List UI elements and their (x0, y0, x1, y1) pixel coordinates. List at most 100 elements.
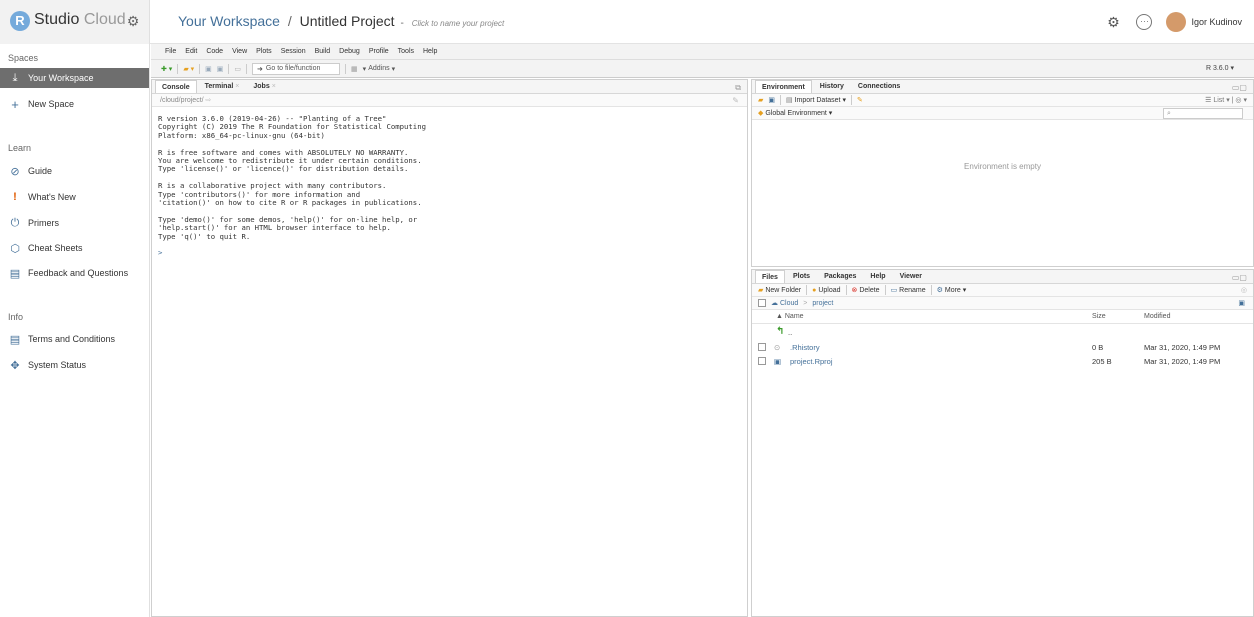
row-checkbox[interactable] (758, 357, 766, 365)
file-name[interactable]: project.Rproj (790, 357, 833, 366)
tab-jobs[interactable]: Jobs × (247, 80, 281, 93)
column-size[interactable]: Size (1092, 313, 1106, 320)
menu-code[interactable]: Code (206, 48, 223, 55)
console-line: Platform: x86_64-pc-linux-gnu (64-bit) (158, 130, 325, 140)
minimize-maximize-icon[interactable]: ▭▢ (1232, 83, 1247, 92)
select-all-checkbox[interactable] (758, 299, 766, 307)
tab-files[interactable]: Files (755, 270, 785, 283)
breadcrumb-project[interactable]: project (812, 300, 833, 307)
delete-button[interactable]: ⊗ Delete (852, 286, 880, 294)
tab-packages[interactable]: Packages (818, 270, 862, 283)
save-all-icon[interactable]: ▣ (217, 65, 224, 73)
menu-file[interactable]: File (165, 48, 176, 55)
tab-history[interactable]: History (814, 80, 850, 93)
import-dataset-button[interactable]: ▤ Import Dataset ▾ (786, 96, 846, 104)
tab-viewer[interactable]: Viewer (894, 270, 928, 283)
project-title[interactable]: Untitled Project (300, 13, 395, 29)
user-menu[interactable]: Igor Kudinov (1166, 12, 1242, 32)
table-row[interactable]: ▣ project.Rproj 205 B Mar 31, 2020, 1:49… (752, 355, 1253, 369)
tab-help[interactable]: Help (864, 270, 891, 283)
sidebar-item-feedback[interactable]: ▤ Feedback and Questions (0, 263, 149, 283)
tab-terminal[interactable]: Terminal × (199, 80, 246, 93)
menu-profile[interactable]: Profile (369, 48, 389, 55)
more-options-icon[interactable]: ··· (1136, 14, 1153, 30)
rename-label: Rename (899, 287, 926, 294)
sidebar-item-cheat-sheets[interactable]: ⬡ Cheat Sheets (0, 238, 149, 258)
upload-button[interactable]: ● Upload (812, 287, 840, 294)
console-line: Type 'q()' to quit R. (158, 231, 251, 241)
load-workspace-icon[interactable]: ▰ (758, 96, 763, 104)
workspace-link[interactable]: Your Workspace (178, 13, 280, 29)
column-modified[interactable]: Modified (1144, 313, 1170, 320)
more-button[interactable]: ⚙ More ▾ (937, 286, 967, 294)
menu-view[interactable]: View (232, 48, 247, 55)
sidebar: Spaces ⤓ Your Workspace + New Space Learn … (0, 44, 150, 617)
console-prompt[interactable]: > (158, 248, 162, 257)
collapse-sidebar-icon[interactable]: ⚙ (125, 13, 141, 29)
refresh-icon[interactable]: ◎ (1241, 286, 1247, 294)
menu-edit[interactable]: Edit (185, 48, 197, 55)
table-row[interactable]: ⊙ .Rhistory 0 B Mar 31, 2020, 1:49 PM (752, 341, 1253, 355)
maximize-pane-icon[interactable]: ⧉ (735, 83, 741, 93)
tab-plots[interactable]: Plots (787, 270, 816, 283)
history-file-icon: ⊙ (774, 343, 781, 352)
files-toolbar: ▰ New Folder ● Upload ⊗ Delete ▭ Rename … (752, 284, 1253, 297)
open-project-icon[interactable]: ▰ ▾ (183, 65, 194, 73)
new-folder-button[interactable]: ▰ New Folder (758, 286, 801, 294)
sidebar-item-whats-new[interactable]: ! What's New (0, 187, 149, 207)
brand-name[interactable]: Studio Cloud (34, 11, 126, 29)
column-name[interactable]: ▲ Name (776, 313, 804, 320)
file-name[interactable]: .Rhistory (790, 343, 820, 352)
tab-label: Connections (857, 83, 901, 90)
sidebar-item-label: Your Workspace (28, 73, 94, 83)
tab-environment[interactable]: Environment (755, 80, 812, 93)
grid-icon[interactable]: ▦ (351, 65, 358, 73)
sidebar-item-system-status[interactable]: ✥ System Status (0, 355, 149, 375)
close-icon[interactable]: × (272, 83, 276, 90)
new-file-icon[interactable]: ✚ ▾ (161, 65, 172, 73)
tab-label: Jobs (253, 83, 270, 90)
user-name: Igor Kudinov (1191, 17, 1242, 27)
save-icon[interactable]: ▣ (205, 65, 212, 73)
sidebar-item-your-workspace[interactable]: ⤓ Your Workspace (0, 68, 149, 88)
file-modified: Mar 31, 2020, 1:49 PM (1144, 343, 1221, 352)
broom-icon[interactable]: ✎ (857, 96, 863, 104)
tab-connections[interactable]: Connections (852, 80, 906, 93)
menu-tools[interactable]: Tools (398, 48, 414, 55)
environment-search-input[interactable]: ⌕ (1163, 107, 1243, 119)
sidebar-item-terms[interactable]: ▤ Terms and Conditions (0, 329, 149, 349)
rename-button[interactable]: ▭ Rename (891, 286, 926, 294)
addins-button[interactable]: ▾ Addins ▾ (363, 65, 395, 73)
sidebar-item-guide[interactable]: ⊘ Guide (0, 161, 149, 181)
cloud-breadcrumb[interactable]: ☁ Cloud (771, 299, 798, 307)
go-to-file-input[interactable]: ➜ Go to file/function (252, 62, 341, 75)
sidebar-item-new-space[interactable]: + New Space (0, 94, 149, 114)
go-to-placeholder: Go to file/function (265, 65, 321, 72)
tab-console[interactable]: Console (155, 80, 197, 93)
list-view-button[interactable]: ☰ List ▾ | ◎ ▾ (1205, 96, 1247, 104)
breadcrumb-separator: / (287, 13, 292, 29)
go-to-dir-icon[interactable]: ⇨ (206, 97, 212, 104)
console-output[interactable]: R version 3.6.0 (2019-04-26) -- "Plantin… (158, 114, 743, 612)
clear-console-icon[interactable]: ✎ (732, 96, 739, 105)
project-icon[interactable]: ▣ (1238, 299, 1245, 307)
r-version-menu[interactable]: R 3.6.0 ▾ (1206, 64, 1234, 72)
menu-build[interactable]: Build (315, 48, 331, 55)
file-modified: Mar 31, 2020, 1:49 PM (1144, 357, 1221, 366)
save-workspace-icon[interactable]: ▣ (768, 96, 775, 104)
minimize-maximize-icon[interactable]: ▭▢ (1232, 273, 1247, 282)
settings-gear-icon[interactable]: ⚙ (1104, 13, 1122, 31)
menu-session[interactable]: Session (281, 48, 306, 55)
sidebar-item-label: System Status (28, 360, 87, 370)
menu-plots[interactable]: Plots (256, 48, 272, 55)
project-name-hint[interactable]: Click to name your project (412, 19, 504, 28)
global-environment-select[interactable]: ◆ Global Environment ▾ (758, 109, 832, 117)
menu-help[interactable]: Help (423, 48, 437, 55)
sidebar-item-primers[interactable]: ⏻ Primers (0, 213, 149, 233)
menu-debug[interactable]: Debug (339, 48, 360, 55)
new-folder-label: New Folder (765, 287, 802, 294)
table-row-parent[interactable]: ↰ .. (752, 326, 1253, 340)
row-checkbox[interactable] (758, 343, 766, 351)
print-icon[interactable]: ▭ (234, 65, 241, 73)
close-icon[interactable]: × (235, 83, 239, 90)
